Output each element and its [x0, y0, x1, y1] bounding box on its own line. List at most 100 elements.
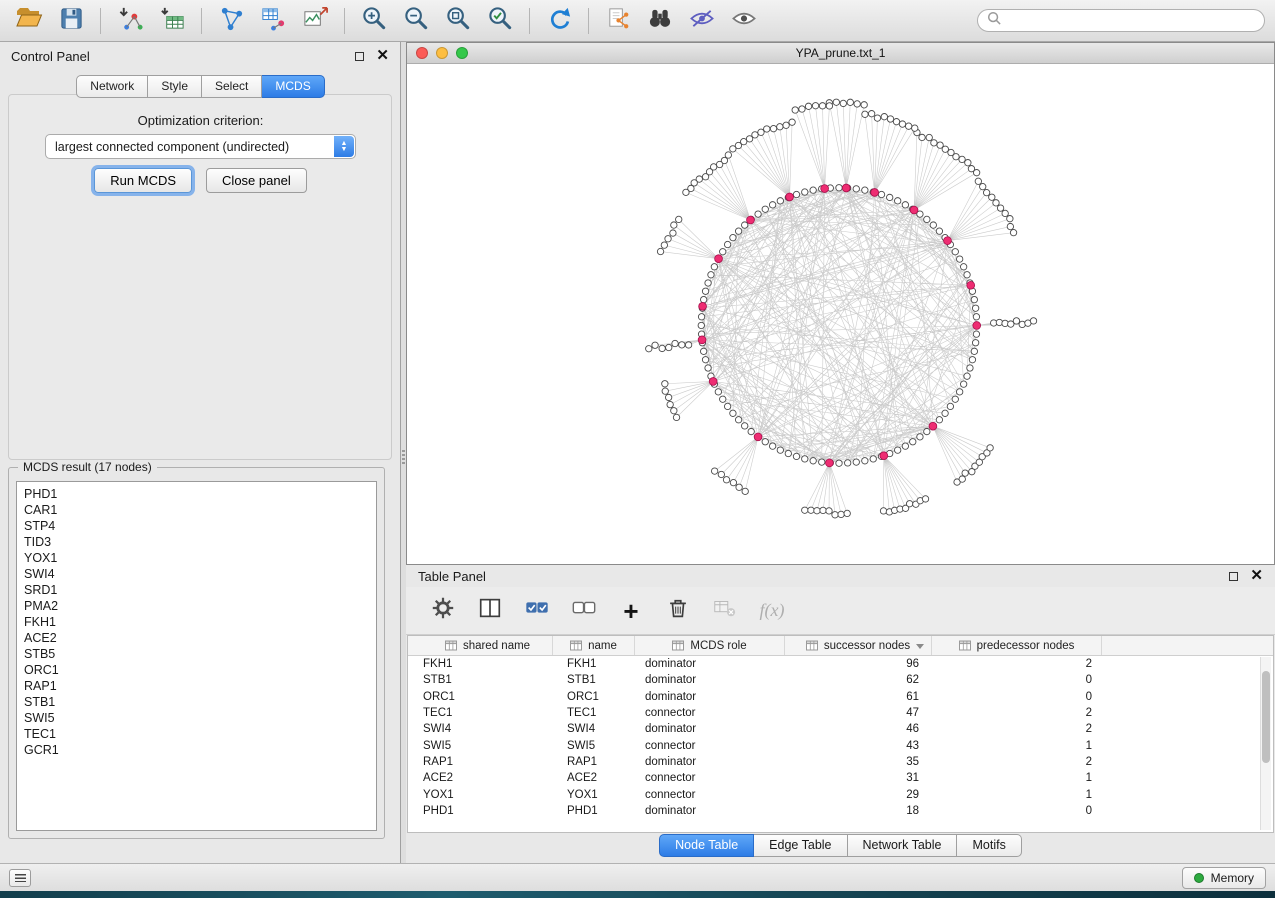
tab-node-table[interactable]: Node Table	[659, 834, 754, 857]
mcds-list-item[interactable]: SRD1	[24, 582, 376, 598]
close-panel-icon[interactable]: ✕	[376, 51, 389, 61]
show-columns-button[interactable]	[475, 596, 505, 626]
zoom-selected-button[interactable]	[481, 4, 519, 38]
network-canvas[interactable]	[407, 64, 1274, 564]
table-row[interactable]: YOX1YOX1connector291	[408, 786, 1273, 802]
network-search-box[interactable]	[977, 9, 1265, 32]
table-cell: 61	[785, 691, 932, 703]
mcds-list-item[interactable]: STP4	[24, 518, 376, 534]
mcds-list-item[interactable]: RAP1	[24, 678, 376, 694]
table-row[interactable]: SWI5SWI5connector431	[408, 737, 1273, 753]
mcds-list-item[interactable]: YOX1	[24, 550, 376, 566]
mcds-list-item[interactable]: TID3	[24, 534, 376, 550]
show-all-button[interactable]	[725, 4, 763, 38]
column-header-shared-name[interactable]: shared name	[408, 636, 553, 655]
tab-style[interactable]: Style	[148, 75, 202, 98]
table-row[interactable]: FKH1FKH1dominator962	[408, 656, 1273, 672]
table-row[interactable]: RAP1RAP1dominator352	[408, 754, 1273, 770]
tab-motifs[interactable]: Motifs	[957, 834, 1021, 857]
table-row[interactable]: ORC1ORC1dominator610	[408, 689, 1273, 705]
table-cell: 2	[932, 658, 1102, 670]
hide-selected-button[interactable]	[683, 4, 721, 38]
import-network-icon	[117, 5, 144, 37]
mcds-list-item[interactable]: CAR1	[24, 502, 376, 518]
search-network-button[interactable]	[641, 4, 679, 38]
copy-document-button[interactable]	[599, 4, 637, 38]
column-header-successor-nodes[interactable]: successor nodes	[785, 636, 932, 655]
close-window-icon[interactable]	[416, 47, 428, 59]
table-cell: 35	[785, 756, 932, 768]
column-header-mcds-role[interactable]: MCDS role	[635, 636, 785, 655]
mcds-list-item[interactable]: STB1	[24, 694, 376, 710]
table-row[interactable]: ACE2ACE2connector311	[408, 770, 1273, 786]
add-row-button[interactable]: +	[616, 596, 646, 626]
deselect-all-button[interactable]	[569, 596, 599, 626]
task-history-button[interactable]	[9, 869, 31, 887]
minimize-window-icon[interactable]	[436, 47, 448, 59]
export-image-button[interactable]	[296, 4, 334, 38]
table-cell: TEC1	[408, 707, 553, 719]
open-file-button[interactable]	[10, 4, 48, 38]
mcds-list-item[interactable]: SWI5	[24, 710, 376, 726]
zoom-in-button[interactable]	[355, 4, 393, 38]
column-header-predecessor-nodes[interactable]: predecessor nodes	[932, 636, 1102, 655]
network-view-window: YPA_prune.txt_1	[406, 42, 1275, 565]
new-network-table-button[interactable]	[254, 4, 292, 38]
mcds-result-list[interactable]: PHD1CAR1STP4TID3YOX1SWI4SRD1PMA2FKH1ACE2…	[16, 481, 377, 831]
table-cell: 96	[785, 658, 932, 670]
eye-icon	[730, 5, 758, 37]
network-graph[interactable]	[407, 64, 1274, 564]
mcds-list-item[interactable]: PMA2	[24, 598, 376, 614]
table-settings-button[interactable]	[428, 596, 458, 626]
mcds-list-item[interactable]: ORC1	[24, 662, 376, 678]
table-cell: 47	[785, 707, 932, 719]
tab-network-table[interactable]: Network Table	[848, 834, 958, 857]
delete-table-button-disabled	[710, 596, 740, 626]
new-network-button[interactable]	[212, 4, 250, 38]
table-cell: 2	[932, 723, 1102, 735]
optimization-criterion-dropdown[interactable]: largest connected component (undirected)…	[45, 134, 356, 159]
table-cell: connector	[635, 789, 785, 801]
table-cell: 1	[932, 740, 1102, 752]
table-cell: ACE2	[408, 772, 553, 784]
zoom-out-button[interactable]	[397, 4, 435, 38]
table-row[interactable]: PHD1PHD1dominator180	[408, 803, 1273, 819]
maximize-window-icon[interactable]	[456, 47, 468, 59]
table-row[interactable]: SWI4SWI4dominator462	[408, 721, 1273, 737]
float-table-panel-icon[interactable]	[1229, 572, 1238, 581]
import-network-button[interactable]	[111, 4, 149, 38]
mcds-list-item[interactable]: SWI4	[24, 566, 376, 582]
memory-button[interactable]: Memory	[1182, 867, 1266, 889]
mcds-list-item[interactable]: GCR1	[24, 742, 376, 758]
table-cell: dominator	[635, 805, 785, 817]
float-panel-icon[interactable]	[355, 52, 364, 61]
import-table-button[interactable]	[153, 4, 191, 38]
zoom-in-icon	[361, 5, 388, 37]
desktop-wallpaper-strip	[0, 891, 1275, 898]
network-window-titlebar[interactable]: YPA_prune.txt_1	[407, 43, 1274, 64]
delete-button[interactable]	[663, 596, 693, 626]
close-panel-button[interactable]: Close panel	[206, 168, 307, 193]
tab-select[interactable]: Select	[202, 75, 262, 98]
tab-network[interactable]: Network	[76, 75, 148, 98]
close-table-panel-icon[interactable]: ✕	[1250, 571, 1263, 581]
search-input[interactable]	[1008, 14, 1255, 28]
table-row[interactable]: TEC1TEC1connector472	[408, 705, 1273, 721]
refresh-view-button[interactable]	[540, 4, 578, 38]
mcds-list-item[interactable]: TEC1	[24, 726, 376, 742]
mcds-list-item[interactable]: PHD1	[24, 486, 376, 502]
mcds-list-item[interactable]: FKH1	[24, 614, 376, 630]
tab-edge-table[interactable]: Edge Table	[754, 834, 847, 857]
column-header-name[interactable]: name	[553, 636, 635, 655]
select-all-button[interactable]	[522, 596, 552, 626]
mcds-list-item[interactable]: STB5	[24, 646, 376, 662]
tab-mcds[interactable]: MCDS	[262, 75, 324, 98]
column-grid-icon	[445, 640, 457, 651]
run-mcds-button[interactable]: Run MCDS	[94, 168, 192, 193]
mcds-list-item[interactable]: ACE2	[24, 630, 376, 646]
zoom-fit-button[interactable]	[439, 4, 477, 38]
table-row[interactable]: STB1STB1dominator620	[408, 672, 1273, 688]
scrollbar-thumb[interactable]	[1262, 671, 1270, 763]
table-scrollbar[interactable]	[1260, 657, 1271, 830]
save-session-button[interactable]	[52, 4, 90, 38]
